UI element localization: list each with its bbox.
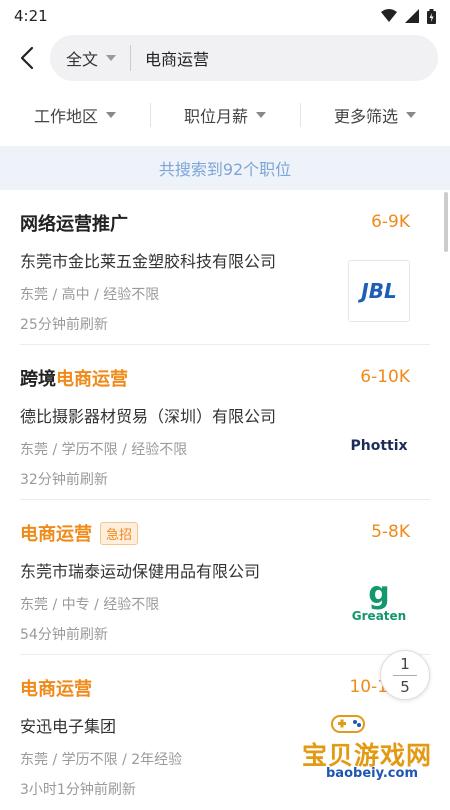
search-scope-label: 全文 bbox=[66, 50, 99, 69]
caret-down-icon bbox=[106, 55, 117, 61]
caret-down-icon bbox=[406, 112, 416, 118]
company-logo: g Greaten bbox=[351, 576, 407, 624]
job-title-highlight: 电商运营 bbox=[20, 679, 92, 700]
search-box[interactable]: 全文 电商运营 bbox=[50, 35, 438, 81]
scrollbar-thumb[interactable] bbox=[444, 192, 448, 252]
signal-icon bbox=[405, 9, 419, 23]
back-button[interactable] bbox=[12, 38, 42, 78]
urgent-badge: 急招 bbox=[100, 521, 139, 545]
job-card[interactable]: 电商运营 急招 5-8K 东莞市瑞泰运动保健用品有限公司 东莞 / 中专 / 经… bbox=[20, 500, 430, 655]
job-title-highlight: 电商运营 bbox=[20, 524, 92, 545]
job-salary: 6-9K bbox=[371, 212, 410, 232]
company-logo: Phottix bbox=[350, 438, 408, 454]
caret-down-icon bbox=[256, 112, 266, 118]
job-card[interactable]: 网络运营推广 6-9K 东莞市金比莱五金塑胶科技有限公司 东莞 / 高中 / 经… bbox=[20, 190, 430, 345]
chevron-left-icon bbox=[20, 46, 34, 70]
filter-bar: 工作地区 职位月薪 更多筛选 bbox=[0, 84, 450, 146]
job-title-text: 网络运营推广 bbox=[20, 214, 128, 235]
job-card[interactable]: 跨境 电商运营 6-10K 德比摄影器材贸易（深圳）有限公司 东莞 / 学历不限 … bbox=[20, 345, 430, 500]
job-title-highlight: 电商运营 bbox=[56, 369, 128, 390]
filter-salary[interactable]: 职位月薪 bbox=[150, 103, 300, 127]
job-title: 电商运营 急招 bbox=[20, 520, 430, 546]
gamepad-icon bbox=[331, 715, 365, 733]
job-salary: 6-10K bbox=[360, 367, 410, 387]
battery-icon bbox=[427, 8, 436, 24]
status-time: 4:21 bbox=[14, 7, 48, 25]
page-total: 5 bbox=[400, 677, 410, 696]
status-bar: 4:21 bbox=[0, 0, 450, 32]
result-count-banner: 共搜索到92个职位 bbox=[0, 146, 450, 190]
filter-more-label: 更多筛选 bbox=[333, 107, 398, 126]
search-header: 全文 电商运营 bbox=[0, 32, 450, 84]
filter-salary-label: 职位月薪 bbox=[183, 107, 248, 126]
filter-more[interactable]: 更多筛选 bbox=[300, 103, 450, 127]
divider bbox=[130, 45, 132, 71]
page-current: 1 bbox=[400, 654, 410, 673]
filter-location[interactable]: 工作地区 bbox=[0, 103, 150, 127]
search-scope-dropdown[interactable]: 全文 bbox=[66, 46, 117, 70]
filter-location-label: 工作地区 bbox=[33, 107, 98, 126]
job-title: 网络运营推广 bbox=[20, 210, 430, 236]
watermark-url: baobeiy.com bbox=[326, 766, 418, 781]
watermark: 宝贝游戏网 baobeiy.com bbox=[300, 708, 450, 800]
company-logo: JBL bbox=[348, 260, 410, 322]
page-indicator[interactable]: 1 5 bbox=[380, 650, 430, 700]
caret-down-icon bbox=[106, 112, 116, 118]
job-salary: 5-8K bbox=[371, 522, 410, 542]
wifi-icon bbox=[381, 9, 397, 22]
job-title-text: 跨境 bbox=[20, 369, 56, 390]
search-input[interactable]: 电商运营 bbox=[145, 46, 209, 70]
